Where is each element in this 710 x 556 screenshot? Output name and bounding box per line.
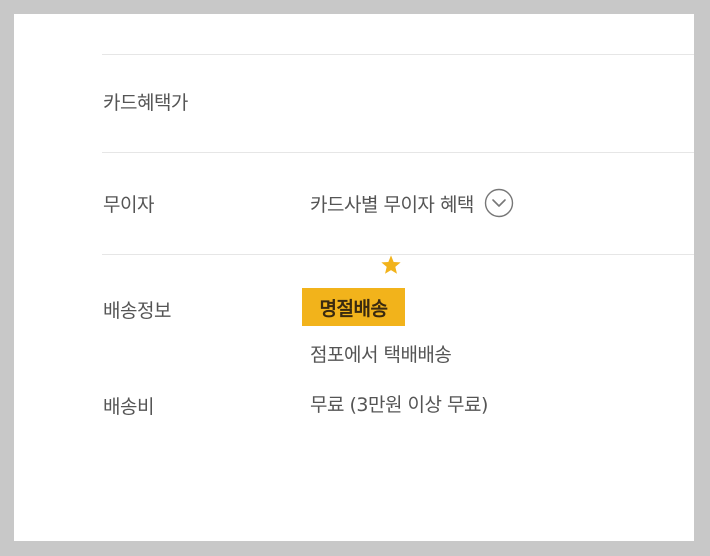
- star-icon: [381, 255, 401, 274]
- holiday-shipping-badge: 명절배송: [302, 288, 405, 326]
- shipping-detail: 점포에서 택배배송: [310, 344, 452, 366]
- chevron-down-icon[interactable]: [484, 188, 514, 218]
- shipping-info-label: 배송정보: [103, 300, 171, 322]
- divider: [102, 54, 694, 55]
- card-benefit-label: 카드혜택가: [103, 92, 188, 114]
- interest-free-benefit[interactable]: 카드사별 무이자 혜택: [310, 186, 514, 220]
- interest-free-label: 무이자: [103, 194, 154, 216]
- interest-free-value: 카드사별 무이자 혜택: [310, 193, 474, 216]
- holiday-shipping-text: 명절배송: [319, 297, 388, 320]
- shipping-fee-value: 무료 (3만원 이상 무료): [310, 394, 488, 416]
- product-info-panel: 카드혜택가 무이자 카드사별 무이자 혜택 배송정보 명절배송 점포에서 택배배…: [14, 14, 694, 541]
- shipping-fee-label: 배송비: [103, 396, 154, 418]
- divider: [102, 152, 694, 153]
